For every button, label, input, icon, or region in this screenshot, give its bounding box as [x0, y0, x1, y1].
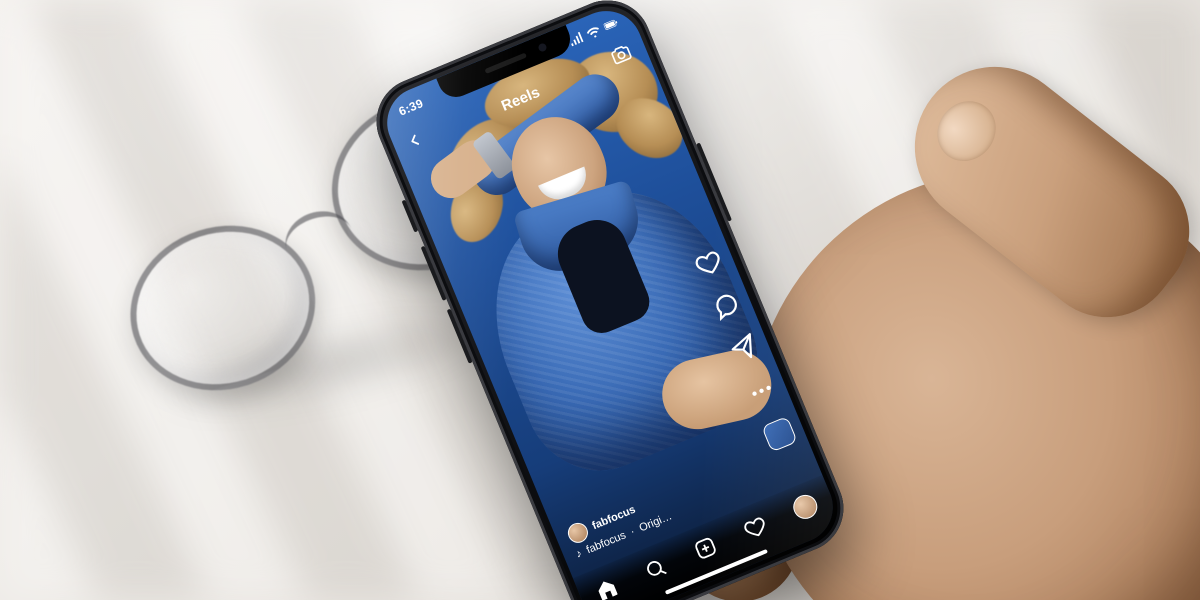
nav-search[interactable]	[642, 554, 671, 583]
audio-separator: ·	[629, 526, 637, 538]
battery-icon	[602, 16, 621, 35]
nav-activity[interactable]	[741, 513, 770, 542]
home-icon	[592, 575, 621, 600]
heart-outline-icon	[741, 513, 770, 542]
search-icon	[642, 554, 671, 583]
status-time: 6:39	[397, 96, 426, 119]
photo-scene: 6:39 Reels	[0, 0, 1200, 600]
nav-new-post[interactable]	[691, 534, 720, 563]
nav-profile[interactable]	[790, 491, 821, 522]
wifi-icon	[585, 24, 604, 43]
cellular-signal-icon	[567, 31, 586, 50]
plus-square-icon	[691, 534, 720, 563]
nav-home[interactable]	[592, 575, 621, 600]
